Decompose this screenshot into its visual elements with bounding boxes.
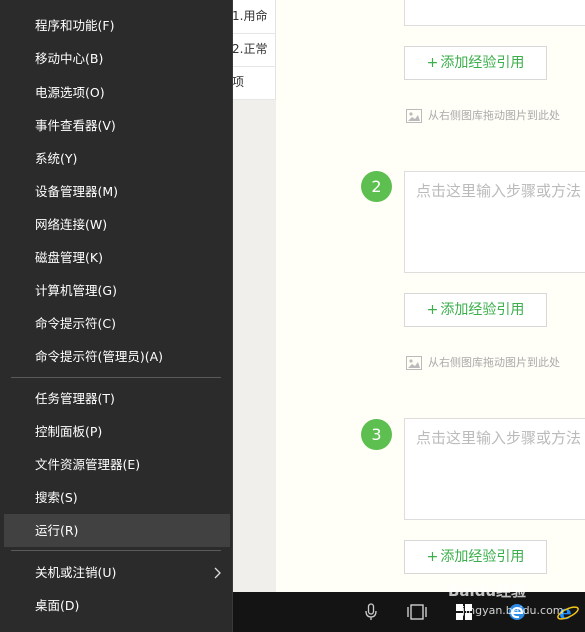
image-icon [406,109,422,123]
step-number-badge: 2 [361,171,392,202]
step-number-badge: 3 [361,419,392,450]
menu-item-label: 关机或注销(U) [35,565,117,580]
menu-item-run[interactable]: 运行(R) [4,514,230,547]
power-user-menu: 程序和功能(F) 移动中心(B) 电源选项(O) 事件查看器(V) 系统(Y) … [0,0,233,632]
menu-item-file-explorer[interactable]: 文件资源管理器(E) [4,448,230,481]
add-reference-button[interactable]: + 添加经验引用 [404,540,547,574]
outline-item[interactable]: 项 [228,66,275,100]
watermark-logo: Baidu经验 [448,582,527,600]
watermark-url: jingyan.baidu.com [462,604,564,617]
menu-item-programs-features[interactable]: 程序和功能(F) [4,9,230,42]
outline-item[interactable]: 1.用命 [228,0,275,34]
add-reference-button[interactable]: + 添加经验引用 [404,46,547,80]
image-icon [406,356,422,370]
menu-item-command-prompt[interactable]: 命令提示符(C) [4,307,230,340]
menu-item-mobility-center[interactable]: 移动中心(B) [4,42,230,75]
menu-item-device-manager[interactable]: 设备管理器(M) [4,175,230,208]
menu-item-control-panel[interactable]: 控制面板(P) [4,415,230,448]
menu-separator [11,377,221,378]
menu-item-search[interactable]: 搜索(S) [4,481,230,514]
outline-item[interactable]: 2.正常 [228,33,275,67]
task-view-icon[interactable] [403,592,431,632]
menu-item-task-manager[interactable]: 任务管理器(T) [4,382,230,415]
menu-item-disk-management[interactable]: 磁盘管理(K) [4,241,230,274]
menu-item-command-prompt-admin[interactable]: 命令提示符(管理员)(A) [4,340,230,373]
step-outline-list: 1.用命 2.正常 项 [228,0,276,100]
add-reference-button[interactable]: + 添加经验引用 [404,293,547,327]
menu-item-power-options[interactable]: 电源选项(O) [4,76,230,109]
microphone-icon[interactable] [359,592,383,632]
menu-separator [11,550,221,551]
image-drop-hint: 从右侧图库拖动图片到此处 [406,355,560,371]
menu-item-network-connections[interactable]: 网络连接(W) [4,208,230,241]
step-text-box[interactable]: 点击这里输入步骤或方法 [404,418,585,520]
menu-item-event-viewer[interactable]: 事件查看器(V) [4,109,230,142]
image-drop-hint: 从右侧图库拖动图片到此处 [406,108,560,124]
step-text-box[interactable]: 点击这里输入步骤或方法 [404,171,585,273]
chevron-right-icon [214,556,222,589]
step-text-box[interactable] [404,0,585,26]
menu-item-system[interactable]: 系统(Y) [4,142,230,175]
menu-item-shutdown-signout[interactable]: 关机或注销(U) [4,556,230,589]
menu-item-desktop[interactable]: 桌面(D) [4,589,230,622]
menu-item-computer-management[interactable]: 计算机管理(G) [4,274,230,307]
